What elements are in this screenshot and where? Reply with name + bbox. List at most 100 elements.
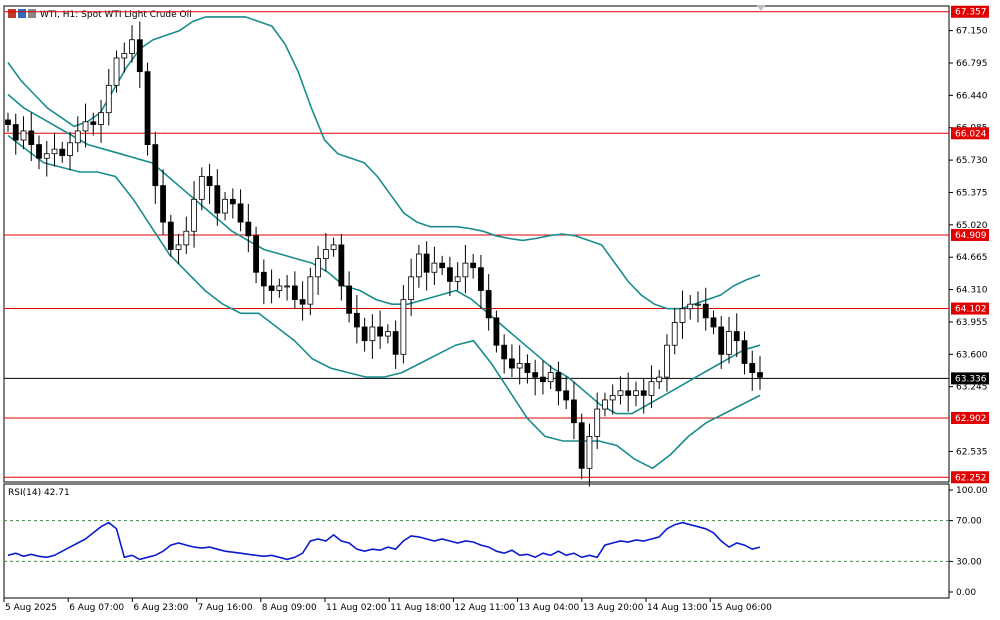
candle-body bbox=[710, 317, 717, 328]
candle-body bbox=[524, 363, 531, 373]
candle-body bbox=[664, 344, 670, 378]
candle-body bbox=[617, 390, 624, 396]
candle-body bbox=[276, 285, 283, 291]
time-tick-label: 11 Aug 18:00 bbox=[390, 603, 451, 613]
candle-body bbox=[656, 376, 663, 383]
candle-body bbox=[253, 235, 259, 273]
candle-body bbox=[36, 144, 42, 159]
candle-body bbox=[237, 203, 244, 223]
rsi-tick-label: 0.00 bbox=[956, 588, 976, 598]
candle-body bbox=[516, 363, 523, 369]
time-tick-label: 14 Aug 13:00 bbox=[647, 603, 708, 613]
time-axis: 5 Aug 2025 6 Aug 07:00 6 Aug 23:00 7 Aug 16… bbox=[3, 598, 772, 613]
candle-body bbox=[532, 372, 539, 378]
candle-body bbox=[671, 322, 678, 346]
candle-body bbox=[315, 258, 322, 278]
chart-type-icon[interactable] bbox=[8, 9, 36, 18]
candle-body bbox=[167, 221, 174, 250]
price-tick-label: 62.535 bbox=[956, 447, 988, 457]
candle-body bbox=[586, 436, 593, 469]
candle-body bbox=[555, 372, 562, 392]
level-label: 64.102 bbox=[955, 305, 987, 315]
candle-body bbox=[82, 121, 89, 132]
time-tick-label: 13 Aug 04:00 bbox=[519, 603, 580, 613]
candle-body bbox=[74, 130, 81, 144]
candle-body bbox=[431, 262, 438, 273]
candle-body bbox=[284, 285, 290, 288]
candle-body bbox=[43, 153, 50, 159]
chart-canvas[interactable]: WTI, H1: Spot WTI Light Crude Oil 67.150… bbox=[0, 0, 1000, 620]
candle-body bbox=[291, 285, 298, 301]
candle-body bbox=[144, 71, 151, 146]
candle-body bbox=[757, 372, 763, 378]
candle-body bbox=[51, 148, 58, 155]
candle-body bbox=[369, 326, 376, 342]
candle-body bbox=[485, 290, 492, 319]
candle-body bbox=[330, 244, 337, 250]
bollinger-bands bbox=[7, 16, 761, 470]
candle-body bbox=[105, 84, 112, 114]
candle-body bbox=[415, 253, 422, 278]
candle-body bbox=[121, 53, 128, 59]
candle-body bbox=[578, 422, 585, 469]
time-tick-label: 8 Aug 09:00 bbox=[262, 603, 317, 613]
candle-body bbox=[90, 121, 97, 125]
price-tick-label: 65.375 bbox=[956, 188, 988, 198]
candle-body bbox=[462, 262, 469, 278]
price-tick-label: 63.600 bbox=[956, 350, 988, 360]
candles bbox=[5, 21, 763, 487]
scroll-marker-icon[interactable] bbox=[756, 5, 766, 11]
candle-body bbox=[175, 244, 182, 250]
time-tick-label: 5 Aug 2025 bbox=[5, 603, 57, 613]
candle-body bbox=[338, 244, 345, 287]
candle-body bbox=[648, 381, 655, 396]
candle-body bbox=[392, 331, 399, 355]
candle-body bbox=[749, 363, 756, 373]
bollinger_upper-line bbox=[7, 16, 761, 310]
time-tick-label: 15 Aug 06:00 bbox=[711, 603, 772, 613]
candle-body bbox=[322, 249, 329, 259]
rsi-tick-label: 30.00 bbox=[956, 557, 982, 567]
price-tick-label: 64.665 bbox=[956, 253, 988, 263]
rsi-title: RSI(14) 42.71 bbox=[8, 488, 70, 498]
candle-body bbox=[741, 340, 748, 364]
time-tick-label: 13 Aug 20:00 bbox=[583, 603, 644, 613]
candle-body bbox=[625, 390, 632, 396]
candle-body bbox=[160, 185, 166, 223]
candle-body bbox=[726, 331, 732, 355]
candle-body bbox=[679, 308, 686, 323]
candle-body bbox=[408, 276, 415, 301]
candle-body bbox=[5, 119, 11, 125]
price-axis: 67.15066.79566.44066.08565.73065.37565.0… bbox=[949, 5, 989, 484]
bollinger_middle-line bbox=[7, 93, 761, 415]
rsi-tick-label: 100.00 bbox=[956, 486, 988, 496]
price-tick-label: 65.730 bbox=[956, 156, 988, 166]
candle-body bbox=[423, 253, 430, 273]
candle-body bbox=[214, 185, 221, 214]
candle-body bbox=[222, 198, 228, 214]
candle-body bbox=[307, 276, 314, 305]
time-tick-label: 6 Aug 07:00 bbox=[69, 603, 124, 613]
candle-body bbox=[501, 344, 508, 360]
candle-body bbox=[28, 130, 35, 146]
candle-body bbox=[602, 399, 608, 410]
candle-body bbox=[563, 390, 570, 401]
candle-body bbox=[702, 303, 709, 319]
candle-body bbox=[346, 285, 353, 314]
candle-body bbox=[98, 112, 104, 125]
level-label: 64.909 bbox=[955, 231, 987, 241]
candle-body bbox=[191, 198, 197, 232]
candle-body bbox=[136, 39, 143, 73]
candle-body bbox=[353, 312, 360, 328]
candle-body bbox=[229, 198, 236, 205]
candle-body bbox=[198, 176, 205, 200]
price-tick-label: 63.955 bbox=[956, 318, 988, 328]
candle-body bbox=[12, 124, 19, 141]
rsi-line bbox=[7, 521, 761, 561]
time-tick-label: 7 Aug 16:00 bbox=[198, 603, 253, 613]
candle-body bbox=[400, 299, 407, 355]
candle-body bbox=[183, 230, 190, 246]
rsi-tick-label: 70.00 bbox=[956, 517, 982, 527]
candle-body bbox=[609, 394, 616, 401]
candle-body bbox=[129, 39, 135, 54]
